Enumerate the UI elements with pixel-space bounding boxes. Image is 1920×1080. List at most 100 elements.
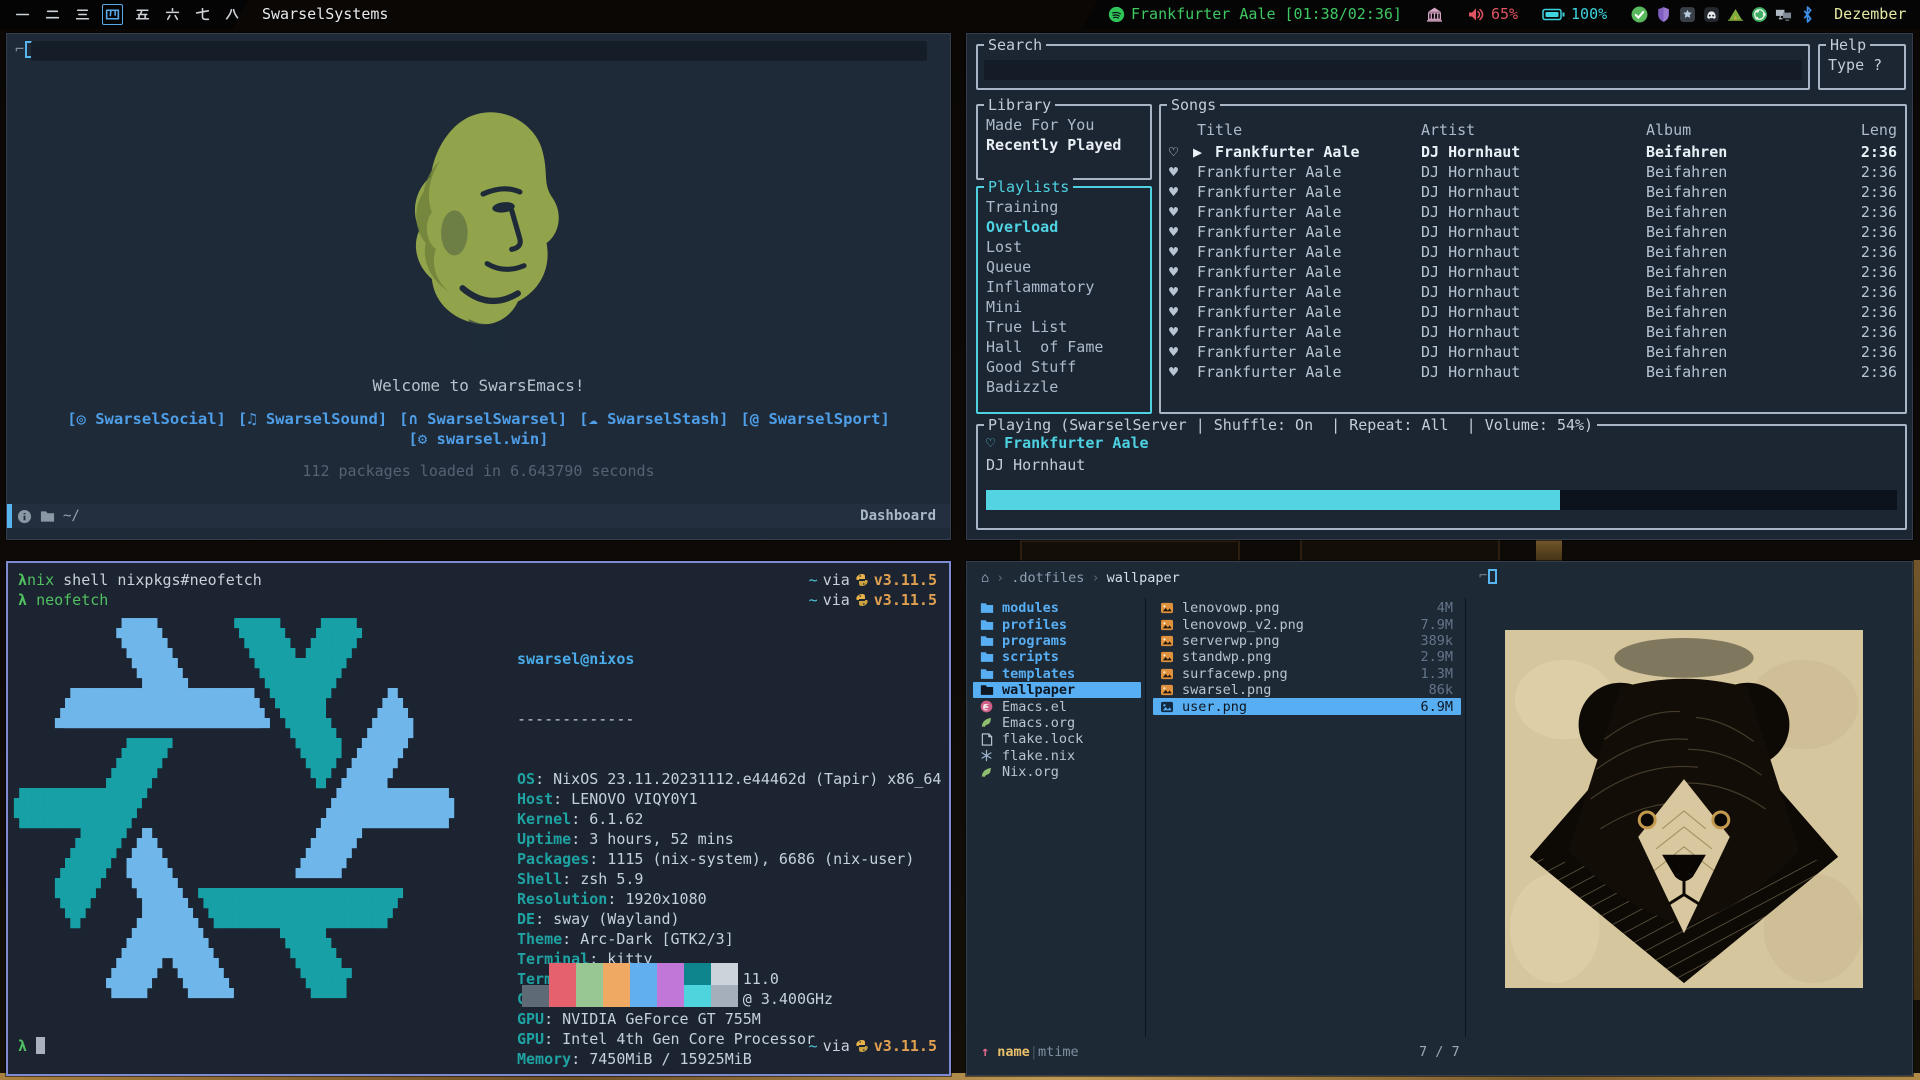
tray-icon-shield[interactable] bbox=[1655, 6, 1672, 23]
breadcrumb-current[interactable]: wallpaper bbox=[1107, 570, 1180, 586]
terminal-cursor bbox=[36, 1037, 45, 1054]
song-row[interactable]: ♥Frankfurter AaleDJ HornhautBeifahren2:3… bbox=[1161, 283, 1905, 303]
now-playing-module[interactable]: Frankfurter Aale [01:38/02:36] bbox=[1108, 0, 1402, 29]
playlist-item[interactable]: Hall of Fame bbox=[986, 338, 1103, 356]
playlist-item[interactable]: Good Stuff bbox=[986, 358, 1076, 376]
right-prompt-3: ~viav3.11.5 bbox=[809, 1037, 937, 1055]
library-item[interactable]: Made For You bbox=[986, 116, 1094, 134]
file-item-Nix.org[interactable]: Nix.org bbox=[973, 764, 1141, 780]
dashboard-link-swarselsound[interactable]: [♫ SwarselSound] bbox=[238, 410, 387, 428]
tray-icon-network[interactable] bbox=[1775, 6, 1792, 23]
file-item-Emacs.org[interactable]: Emacs.org bbox=[973, 715, 1141, 731]
file-item-flake.lock[interactable]: flake.lock bbox=[973, 731, 1141, 747]
dir-item-scripts[interactable]: scripts bbox=[973, 649, 1141, 665]
search-input[interactable] bbox=[984, 60, 1802, 80]
song-row[interactable]: ♥Frankfurter AaleDJ HornhautBeifahren2:3… bbox=[1161, 343, 1905, 363]
workspace-list bbox=[12, 4, 273, 25]
breadcrumb-dotfiles[interactable]: .dotfiles bbox=[1011, 570, 1084, 586]
emacs-window[interactable]: ⌐ Welcome to SwarsEmacs! [◎ SwarselSocia… bbox=[6, 33, 951, 540]
songs-header-length[interactable]: Leng bbox=[1861, 121, 1897, 139]
playlist-item[interactable]: Queue bbox=[986, 258, 1031, 276]
playlist-item[interactable]: Badizzle bbox=[986, 378, 1058, 396]
playlist-item[interactable]: True List bbox=[986, 318, 1067, 336]
dashboard-banner bbox=[31, 41, 927, 61]
bank-icon[interactable] bbox=[1426, 6, 1443, 23]
neofetch-separator: ------------- bbox=[517, 709, 941, 729]
song-row[interactable]: ♥Frankfurter AaleDJ HornhautBeifahren2:3… bbox=[1161, 223, 1905, 243]
right-prompt-2: ~viav3.11.5 bbox=[809, 591, 937, 609]
playlist-item[interactable]: Overload bbox=[986, 218, 1058, 236]
dashboard-link-swarselstash[interactable]: [☁ SwarselStash] bbox=[579, 410, 728, 428]
playlists-box: Playlists TrainingOverloadLostQueueInfla… bbox=[976, 186, 1152, 414]
workspace-item[interactable] bbox=[72, 4, 93, 25]
heart-icon: ♥ bbox=[1169, 343, 1178, 361]
dir-item-templates[interactable]: templates bbox=[973, 666, 1141, 682]
workspace-item[interactable] bbox=[12, 4, 33, 25]
music-player-window[interactable]: Search Help Type ? Library Made For YouR… bbox=[966, 33, 1913, 540]
dashboard-link-swarsel.win[interactable]: [⚙ swarsel.win] bbox=[409, 430, 549, 448]
playlist-item[interactable]: Inflammatory bbox=[986, 278, 1094, 296]
file-position-counter: 7 / 7 bbox=[1419, 1044, 1460, 1060]
image-item-surfacewp.png[interactable]: surfacewp.png1.3M bbox=[1153, 666, 1461, 682]
tray-icon-steam[interactable] bbox=[1679, 6, 1696, 23]
song-row[interactable]: ♥Frankfurter AaleDJ HornhautBeifahren2:3… bbox=[1161, 183, 1905, 203]
dir-item-programs[interactable]: programs bbox=[973, 633, 1141, 649]
image-item-lenovowp.png[interactable]: lenovowp.png4M bbox=[1153, 600, 1461, 616]
png-icon bbox=[1159, 602, 1174, 614]
breadcrumb: ⌂›.dotfiles›wallpaper bbox=[981, 570, 1180, 586]
file-item-flake.nix[interactable]: flake.nix bbox=[973, 748, 1141, 764]
image-item-serverwp.png[interactable]: serverwp.png389k bbox=[1153, 633, 1461, 649]
volume-module[interactable]: 65% bbox=[1467, 0, 1518, 29]
image-item-user.png[interactable]: user.png6.9M bbox=[1153, 698, 1461, 714]
workspace-item[interactable] bbox=[192, 4, 213, 25]
tray-icon-discord[interactable] bbox=[1703, 6, 1720, 23]
songs-header-album[interactable]: Album bbox=[1646, 121, 1691, 139]
dir-item-profiles[interactable]: profiles bbox=[973, 616, 1141, 632]
library-item[interactable]: Recently Played bbox=[986, 136, 1121, 154]
song-row[interactable]: ♥Frankfurter AaleDJ HornhautBeifahren2:3… bbox=[1161, 263, 1905, 283]
playlist-item[interactable]: Training bbox=[986, 198, 1058, 216]
song-row[interactable]: ♥Frankfurter AaleDJ HornhautBeifahren2:3… bbox=[1161, 203, 1905, 223]
tray-icon-checkmark[interactable] bbox=[1631, 6, 1648, 23]
file-item-Emacs.el[interactable]: Emacs.el bbox=[973, 698, 1141, 714]
workspace-item[interactable] bbox=[162, 4, 183, 25]
image-item-swarsel.png[interactable]: swarsel.png86k bbox=[1153, 682, 1461, 698]
tray-icon-syncthing[interactable] bbox=[1751, 6, 1768, 23]
speaker-icon bbox=[1467, 7, 1485, 22]
home-icon[interactable]: ⌂ bbox=[981, 570, 989, 586]
tray-icon-bluetooth[interactable] bbox=[1799, 6, 1816, 23]
neofetch-info-line: OS: NixOS 23.11.20231112.e44462d (Tapir)… bbox=[517, 769, 941, 789]
dashboard-link-swarselsport[interactable]: [@ SwarselSport] bbox=[740, 410, 889, 428]
song-row[interactable]: ♥Frankfurter AaleDJ HornhautBeifahren2:3… bbox=[1161, 303, 1905, 323]
image-item-lenovowp_v2.png[interactable]: lenovowp_v2.png7.9M bbox=[1153, 616, 1461, 632]
heart-icon: ♥ bbox=[1169, 243, 1178, 261]
dir-item-wallpaper[interactable]: wallpaper bbox=[973, 682, 1141, 698]
song-row[interactable]: ♥Frankfurter AaleDJ HornhautBeifahren2:3… bbox=[1161, 243, 1905, 263]
sort-status[interactable]: ↑ name|mtime bbox=[981, 1044, 1079, 1060]
songs-header-artist[interactable]: Artist bbox=[1421, 121, 1475, 139]
dir-item-modules[interactable]: modules bbox=[973, 600, 1141, 616]
workspace-item[interactable] bbox=[102, 4, 123, 25]
terminal-prompt-line[interactable]: λ bbox=[18, 1037, 45, 1055]
song-row[interactable]: ♥Frankfurter AaleDJ HornhautBeifahren2:3… bbox=[1161, 323, 1905, 343]
library-box-label: Library bbox=[984, 96, 1055, 114]
image-item-standwp.png[interactable]: standwp.png2.9M bbox=[1153, 649, 1461, 665]
dashboard-link-swarselsocial[interactable]: [◎ SwarselSocial] bbox=[67, 410, 226, 428]
neofetch-info: swarsel@nixos ------------- OS: NixOS 23… bbox=[517, 609, 941, 1080]
tray-icon-tent[interactable] bbox=[1727, 6, 1744, 23]
terminal-window[interactable]: λnix shell nixpkgs#neofetch ~viav3.11.5 … bbox=[6, 561, 951, 1076]
playlist-item[interactable]: Mini bbox=[986, 298, 1022, 316]
workspace-item[interactable] bbox=[42, 4, 63, 25]
playlist-item[interactable]: Lost bbox=[986, 238, 1022, 256]
file-manager-window[interactable]: ⌂›.dotfiles›wallpaper modulesprofilespro… bbox=[966, 561, 1913, 1076]
workspace-item[interactable] bbox=[132, 4, 153, 25]
progress-bar[interactable] bbox=[986, 490, 1897, 510]
songs-header-title[interactable]: Title bbox=[1197, 121, 1242, 139]
song-row[interactable]: ♥Frankfurter AaleDJ HornhautBeifahren2:3… bbox=[1161, 363, 1905, 383]
workspace-item[interactable] bbox=[222, 4, 243, 25]
battery-module[interactable]: 100% bbox=[1542, 0, 1607, 29]
song-row[interactable]: ♥Frankfurter AaleDJ HornhautBeifahren2:3… bbox=[1161, 163, 1905, 183]
dashboard-link-swarselswarsel[interactable]: [∩ SwarselSwarsel] bbox=[399, 410, 567, 428]
song-row[interactable]: ♡▶Frankfurter AaleDJ HornhautBeifahren2:… bbox=[1161, 143, 1905, 163]
neofetch-info-line: Packages: 1115 (nix-system), 6686 (nix-u… bbox=[517, 849, 941, 869]
